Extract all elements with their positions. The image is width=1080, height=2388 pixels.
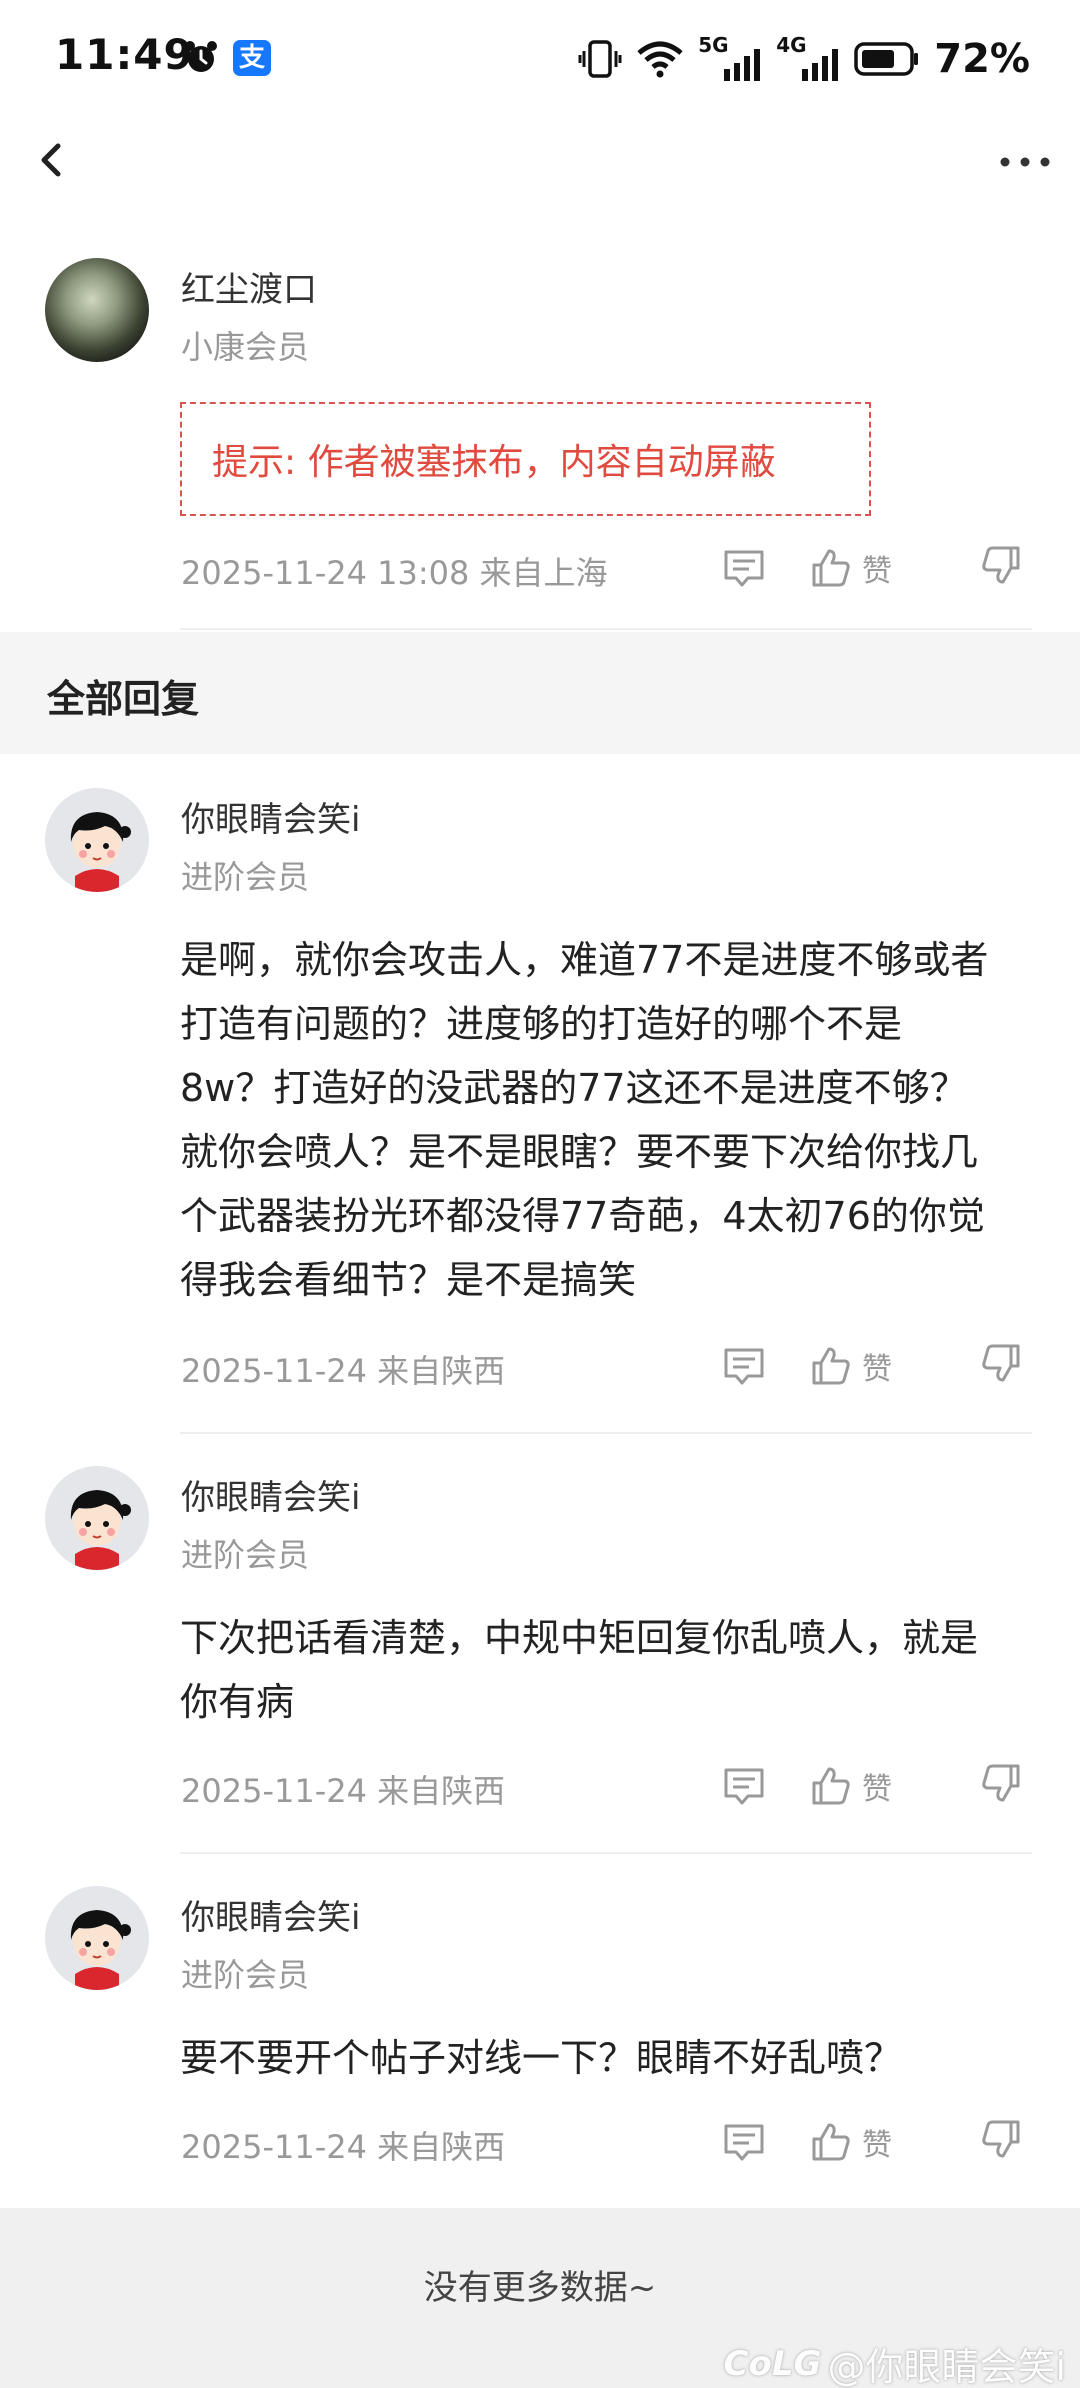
battery-icon (854, 42, 919, 76)
reply-author-name[interactable]: 你眼睛会笑i (181, 1470, 360, 1519)
like-label: 赞 (862, 1772, 892, 1807)
cartoon-avatar-icon (45, 1886, 149, 1990)
divider (180, 1852, 1032, 1854)
list-footer: 没有更多数据~ CoLG @你眼睛会笑i (0, 2208, 1080, 2388)
reply-line: 打造有问题的？进度够的打造好的哪个不是 (180, 1002, 903, 1046)
reply-content: 下次把话看清楚，中规中矩回复你乱喷人，就是 你有病 (180, 1606, 1040, 1734)
reply-author-badge: 进阶会员 (181, 1536, 310, 1574)
reply-actions: 赞 (722, 2114, 1022, 2170)
reply-line: 你有病 (180, 1680, 295, 1724)
signal-icon (724, 49, 761, 81)
watermark-text: @你眼睛会笑i (827, 2345, 1066, 2388)
cartoon-avatar-icon (45, 788, 149, 892)
reply-actions: 赞 (722, 1338, 1022, 1394)
comment-icon[interactable] (722, 548, 766, 588)
reply-author-name[interactable]: 你眼睛会笑i (181, 1890, 360, 1939)
like-button[interactable]: 赞 (810, 2114, 892, 2170)
blocked-notice: 提示: 作者被塞抹布，内容自动屏蔽 (180, 402, 871, 516)
post-meta: 2025-11-24 13:08 来自上海 (181, 554, 608, 592)
reply-author-badge: 进阶会员 (181, 858, 310, 896)
alipay-icon: 支 (233, 40, 271, 76)
status-right-cluster: 5G 4G 72% (578, 33, 1030, 84)
status-time: 11:49 (55, 30, 194, 79)
thumbs-up-icon (812, 1767, 850, 1805)
like-button[interactable]: 赞 (810, 1338, 892, 1394)
signal-4g: 4G (776, 33, 840, 81)
thumbs-up-icon (812, 1347, 850, 1385)
back-icon[interactable] (30, 130, 74, 190)
wifi-icon (637, 41, 683, 78)
author-badge: 小康会员 (181, 328, 310, 366)
reply-avatar[interactable] (45, 788, 149, 892)
like-label: 赞 (862, 2128, 892, 2163)
thumbs-down-icon[interactable] (980, 1342, 1022, 1384)
reply-line: 要不要开个帖子对线一下？眼睛不好乱喷？ (180, 2036, 903, 2080)
comment-icon[interactable] (722, 1346, 766, 1386)
reply-line: 个武器装扮光环都没得77奇葩，4太初76的你觉 (180, 1194, 985, 1238)
watermark: CoLG @你眼睛会笑i (724, 2336, 1066, 2388)
reply-line: 8w？打造好的没武器的77这还不是进度不够？ (180, 1066, 968, 1110)
battery-percent: 72% (934, 36, 1030, 82)
thumbs-up-icon (812, 2123, 850, 2161)
vibrate-icon (578, 40, 622, 78)
divider (180, 628, 1032, 630)
reply-meta: 2025-11-24 来自陕西 (181, 1352, 506, 1390)
thumbs-down-icon[interactable] (980, 544, 1022, 586)
like-label: 赞 (862, 554, 892, 589)
reply-actions: 赞 (722, 1758, 1022, 1814)
reply-line: 就你会喷人？是不是眼瞎？要不要下次给你找几 (180, 1130, 979, 1174)
alarm-icon (185, 41, 217, 72)
section-header: 全部回复 (0, 632, 1080, 754)
section-title: 全部回复 (47, 677, 200, 721)
reply-meta: 2025-11-24 来自陕西 (181, 1772, 506, 1810)
no-more-data-text: 没有更多数据~ (423, 2268, 657, 2308)
reply-avatar[interactable] (45, 1886, 149, 1990)
like-button[interactable]: 赞 (810, 1758, 892, 1814)
blocked-notice-text: 提示: 作者被塞抹布，内容自动屏蔽 (212, 442, 776, 483)
reply-line: 下次把话看清楚，中规中矩回复你乱喷人，就是 (180, 1616, 979, 1660)
post-actions: 赞 (722, 540, 1022, 596)
thumbs-up-icon (812, 549, 850, 587)
signal-icon (802, 49, 839, 81)
like-button[interactable]: 赞 (810, 540, 892, 596)
status-bar: 11:49 支 5G 4G 72% (0, 0, 1080, 120)
reply-content: 是啊，就你会攻击人，难道77不是进度不够或者 打造有问题的？进度够的打造好的哪个… (180, 928, 1040, 1312)
cartoon-avatar-icon (45, 1466, 149, 1570)
thumbs-down-icon[interactable] (980, 1762, 1022, 1804)
reply-author-name[interactable]: 你眼睛会笑i (181, 792, 360, 841)
comment-icon[interactable] (722, 2122, 766, 2162)
author-avatar[interactable] (45, 258, 149, 362)
more-icon[interactable] (998, 150, 1052, 174)
signal-5g: 5G (698, 33, 762, 81)
reply-author-badge: 进阶会员 (181, 1956, 310, 1994)
like-label: 赞 (862, 1352, 892, 1387)
watermark-logo: CoLG (723, 2343, 822, 2384)
reply-meta: 2025-11-24 来自陕西 (181, 2128, 506, 2166)
reply-line: 得我会看细节？是不是搞笑 (180, 1258, 637, 1302)
author-name[interactable]: 红尘渡口 (181, 262, 317, 311)
comment-icon[interactable] (722, 1766, 766, 1806)
divider (180, 1432, 1032, 1434)
thumbs-down-icon[interactable] (980, 2118, 1022, 2160)
reply-line: 是啊，就你会攻击人，难道77不是进度不够或者 (180, 938, 989, 982)
reply-avatar[interactable] (45, 1466, 149, 1570)
reply-content: 要不要开个帖子对线一下？眼睛不好乱喷？ (180, 2026, 1040, 2090)
